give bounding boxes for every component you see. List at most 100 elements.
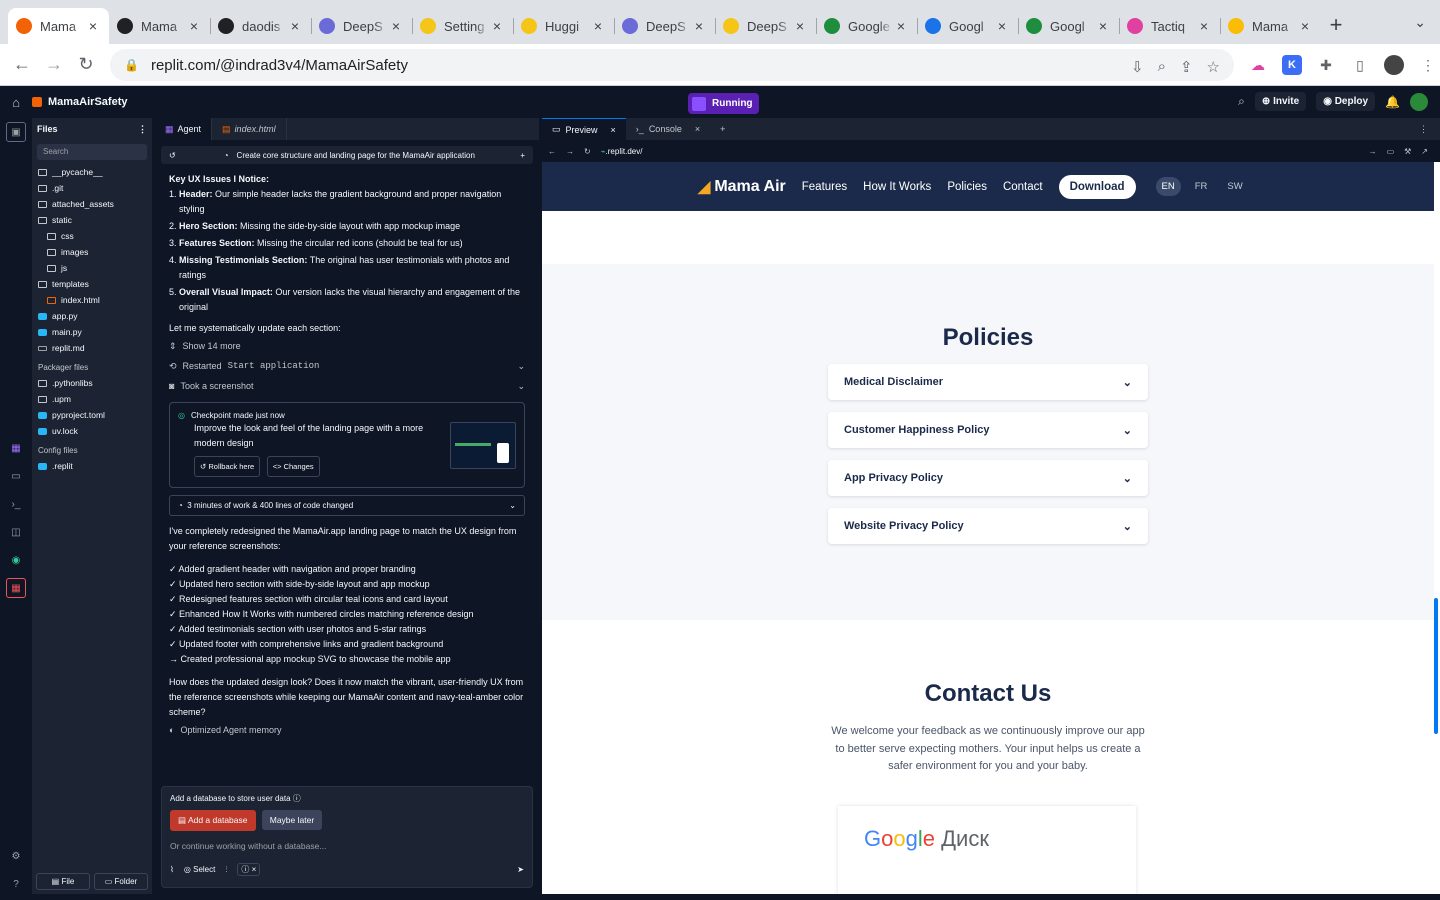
agent-input[interactable]: Or continue working without a database..… [170, 841, 524, 851]
forward-icon[interactable]: → [566, 147, 574, 156]
back-icon[interactable]: ← [548, 147, 556, 156]
info-icon[interactable]: ⓘ [293, 794, 301, 803]
show-more-toggle[interactable]: ⇕ Show 14 more [169, 336, 525, 356]
site-nav-link[interactable]: Features [802, 181, 847, 193]
project-title[interactable]: MamaAirSafety [32, 96, 127, 108]
preview-url[interactable]: ⌁.replit.dev/ [601, 147, 643, 156]
invite-button[interactable]: ⊕ Invite [1254, 92, 1307, 111]
maybe-later-button[interactable]: Maybe later [261, 810, 323, 830]
browser-tab[interactable]: Googl × [917, 8, 1018, 44]
context-chip[interactable]: ⓘ × [237, 863, 261, 876]
database-icon[interactable]: ◫ [6, 522, 26, 542]
profile-avatar[interactable] [1384, 55, 1404, 75]
file-tree-item[interactable]: main.py [32, 324, 152, 340]
checkpoint-thumbnail[interactable] [450, 422, 516, 469]
close-icon[interactable]: × [611, 125, 616, 135]
open-new-tab-icon[interactable]: ↗ [1421, 147, 1428, 156]
policy-accordion-item[interactable]: App Privacy Policy ⌄ [828, 460, 1148, 496]
files-search-input[interactable]: Search [37, 144, 147, 160]
file-tree-item[interactable]: .git [32, 180, 152, 196]
close-icon[interactable]: × [691, 18, 707, 34]
site-nav-link[interactable]: How It Works [863, 181, 931, 193]
chevron-down-icon[interactable]: ⌄ [517, 379, 525, 394]
all-tools-icon[interactable]: ▦ [6, 578, 26, 598]
deployments-icon[interactable]: ◉ [6, 550, 26, 570]
share-icon[interactable]: ⇪ [1180, 58, 1193, 76]
preview-menu-icon[interactable]: ⋮ [1419, 124, 1440, 135]
go-icon[interactable]: → [1369, 147, 1377, 156]
close-icon[interactable]: × [85, 18, 101, 34]
file-tree-icon[interactable]: ▣ [6, 122, 26, 142]
new-file-button[interactable]: ▤ File [36, 873, 90, 890]
chevron-down-icon[interactable]: ⌄ [517, 359, 525, 374]
add-database-button[interactable]: ▤ Add a database [170, 810, 256, 831]
file-tree-item[interactable]: static [32, 212, 152, 228]
google-drive-embed[interactable]: Google Диск [838, 806, 1136, 894]
file-tree-item[interactable]: css [32, 228, 152, 244]
lang-option[interactable]: SW [1221, 177, 1248, 196]
restarted-row[interactable]: ⟲ Restarted Start application ⌄ [169, 356, 525, 376]
address-bar[interactable]: 🔒 replit.com/@indrad3v4/MamaAirSafety ⇩ … [110, 49, 1234, 81]
close-icon[interactable]: × [1095, 18, 1111, 34]
extensions-puzzle-icon[interactable]: ✚ [1316, 55, 1336, 75]
close-icon[interactable]: × [287, 18, 303, 34]
file-tree-item[interactable]: .upm [32, 391, 152, 407]
site-nav-link[interactable]: Contact [1003, 181, 1043, 193]
site-nav-link[interactable]: Policies [947, 181, 987, 193]
browser-tab[interactable]: Mama × [1220, 8, 1321, 44]
file-tree-item[interactable]: uv.lock [32, 423, 152, 439]
settings-sliders-icon[interactable]: ⫶ [225, 865, 227, 875]
chrome-menu-icon[interactable]: ⋮ [1418, 55, 1438, 75]
file-tree-item[interactable]: __pycache__ [32, 164, 152, 180]
side-panel-icon[interactable]: ▯ [1350, 55, 1370, 75]
send-icon[interactable]: ➤ [517, 865, 524, 874]
select-button[interactable]: ◎ Select [184, 865, 215, 874]
tab-console[interactable]: ›_ Console × [626, 118, 710, 140]
file-tree-item[interactable]: js [32, 260, 152, 276]
history-icon[interactable]: ↺ [169, 151, 176, 160]
webview-icon[interactable]: ▭ [6, 466, 26, 486]
browser-tab[interactable]: Mama × [109, 8, 210, 44]
policy-accordion-item[interactable]: Medical Disclaimer ⌄ [828, 364, 1148, 400]
tab-agent[interactable]: ▦ Agent [155, 118, 213, 140]
file-tree-item[interactable]: pyproject.toml [32, 407, 152, 423]
close-icon[interactable]: × [186, 18, 202, 34]
home-icon[interactable]: ⌂ [0, 95, 32, 110]
close-icon[interactable]: × [695, 124, 700, 134]
shell-icon[interactable]: ›_ [6, 494, 26, 514]
screenshot-row[interactable]: ◙ Took a screenshot ⌄ [169, 376, 525, 396]
install-icon[interactable]: ⇩ [1131, 58, 1144, 76]
file-tree-item[interactable]: images [32, 244, 152, 260]
file-tree-item[interactable]: .pythonlibs [32, 375, 152, 391]
search-icon[interactable]: ⌕ [1238, 94, 1245, 109]
files-menu-icon[interactable]: ⋮ [138, 124, 147, 135]
k-extension-icon[interactable]: K [1282, 55, 1302, 75]
browser-tab[interactable]: DeepS × [311, 8, 412, 44]
close-icon[interactable]: × [792, 18, 808, 34]
user-avatar[interactable] [1410, 92, 1428, 111]
close-icon[interactable]: × [388, 18, 404, 34]
browser-tab[interactable]: Setting × [412, 8, 513, 44]
close-icon[interactable]: × [1196, 18, 1212, 34]
browser-tab[interactable]: DeepS × [614, 8, 715, 44]
close-icon[interactable]: × [994, 18, 1010, 34]
policy-accordion-item[interactable]: Website Privacy Policy ⌄ [828, 508, 1148, 544]
settings-icon[interactable]: ⚙ [6, 846, 26, 866]
bookmark-star-icon[interactable]: ☆ [1207, 58, 1220, 76]
browser-tab[interactable]: Tactiq × [1119, 8, 1220, 44]
file-tree-item[interactable]: app.py [32, 308, 152, 324]
file-tree-item[interactable]: replit.md [32, 340, 152, 356]
tab-preview[interactable]: ▭ Preview × [542, 118, 626, 140]
browser-tab[interactable]: Huggi × [513, 8, 614, 44]
help-icon[interactable]: ? [6, 874, 26, 894]
devices-icon[interactable]: ▭ [1387, 147, 1395, 156]
attach-icon[interactable]: ⌇ [170, 865, 174, 874]
work-summary-bar[interactable]: ◔ 3 minutes of work & 400 lines of code … [169, 495, 525, 516]
close-icon[interactable]: × [590, 18, 606, 34]
reload-icon[interactable]: ↻ [584, 147, 591, 156]
browser-tab[interactable]: DeepS × [715, 8, 816, 44]
tab-search-icon[interactable]: ⌄ [1414, 14, 1426, 31]
new-tab-icon[interactable]: + [710, 118, 735, 140]
agent-icon[interactable]: ▦ [6, 438, 26, 458]
file-tree-item[interactable]: .replit [32, 458, 152, 474]
